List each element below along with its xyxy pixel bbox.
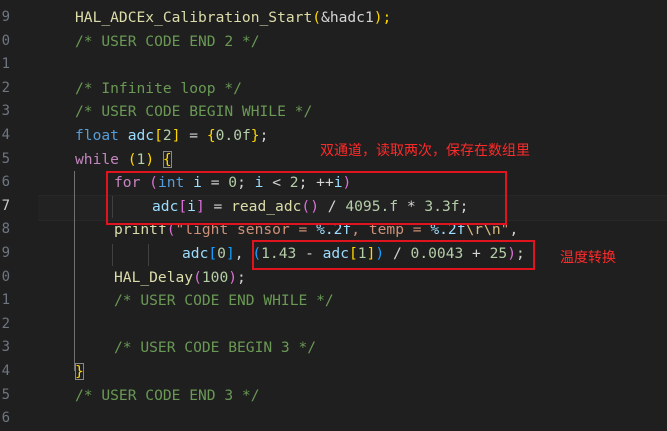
line-number: 4	[1, 363, 10, 379]
line-number: 9	[1, 9, 10, 25]
code-line: while (1) {	[75, 150, 172, 168]
code-line: /* USER CODE END 3 */	[75, 386, 260, 404]
line-number: 0	[1, 268, 10, 285]
indent-guide	[74, 171, 75, 371]
code-line: /* Infinite loop */	[75, 79, 242, 97]
code-line: /* USER CODE END WHILE */	[114, 292, 334, 310]
code-line: /* USER CODE END 2 */	[75, 32, 260, 50]
line-number: 5	[1, 150, 10, 167]
line-number-gutter: 9 0 1 2 3 4 5 6 7 8 9 0 1 2 3 4 5 6	[0, 0, 38, 426]
line-number: 8	[1, 221, 10, 238]
line-number: 5	[1, 386, 10, 403]
annotation-note-dual-channel: 双通道，读取两次，保存在数组里	[320, 143, 530, 159]
line-number: 6	[1, 410, 10, 427]
line-number: 1	[1, 56, 10, 73]
line-number: 0	[1, 32, 10, 49]
code-line: float adc[2] = {0.0f};	[75, 127, 269, 144]
line-number-active: 7	[1, 197, 10, 214]
indent-guide	[148, 244, 149, 266]
annotation-box-loop	[106, 171, 507, 225]
line-number: 3	[1, 339, 10, 356]
code-line: }	[75, 363, 84, 380]
code-editor[interactable]: HAL_ADCEx_Calibration_Start(&hadc1); /* …	[38, 0, 667, 413]
line-number: 9	[1, 245, 10, 261]
line-number: 2	[1, 79, 10, 96]
line-number: 3	[1, 103, 10, 120]
line-number: 1	[1, 292, 10, 309]
indent-guide	[112, 244, 113, 266]
annotation-note-temperature: 温度转换	[560, 250, 616, 266]
code-line: HAL_Delay(100);	[114, 268, 246, 286]
line-number: 2	[1, 315, 10, 332]
annotation-box-temperature	[252, 240, 535, 270]
code-line: HAL_ADCEx_Calibration_Start(&hadc1);	[75, 9, 392, 26]
line-number: 6	[1, 174, 10, 191]
code-line: /* USER CODE BEGIN 3 */	[114, 339, 317, 357]
line-number: 4	[1, 127, 10, 143]
code-line: /* USER CODE BEGIN WHILE */	[75, 103, 313, 121]
